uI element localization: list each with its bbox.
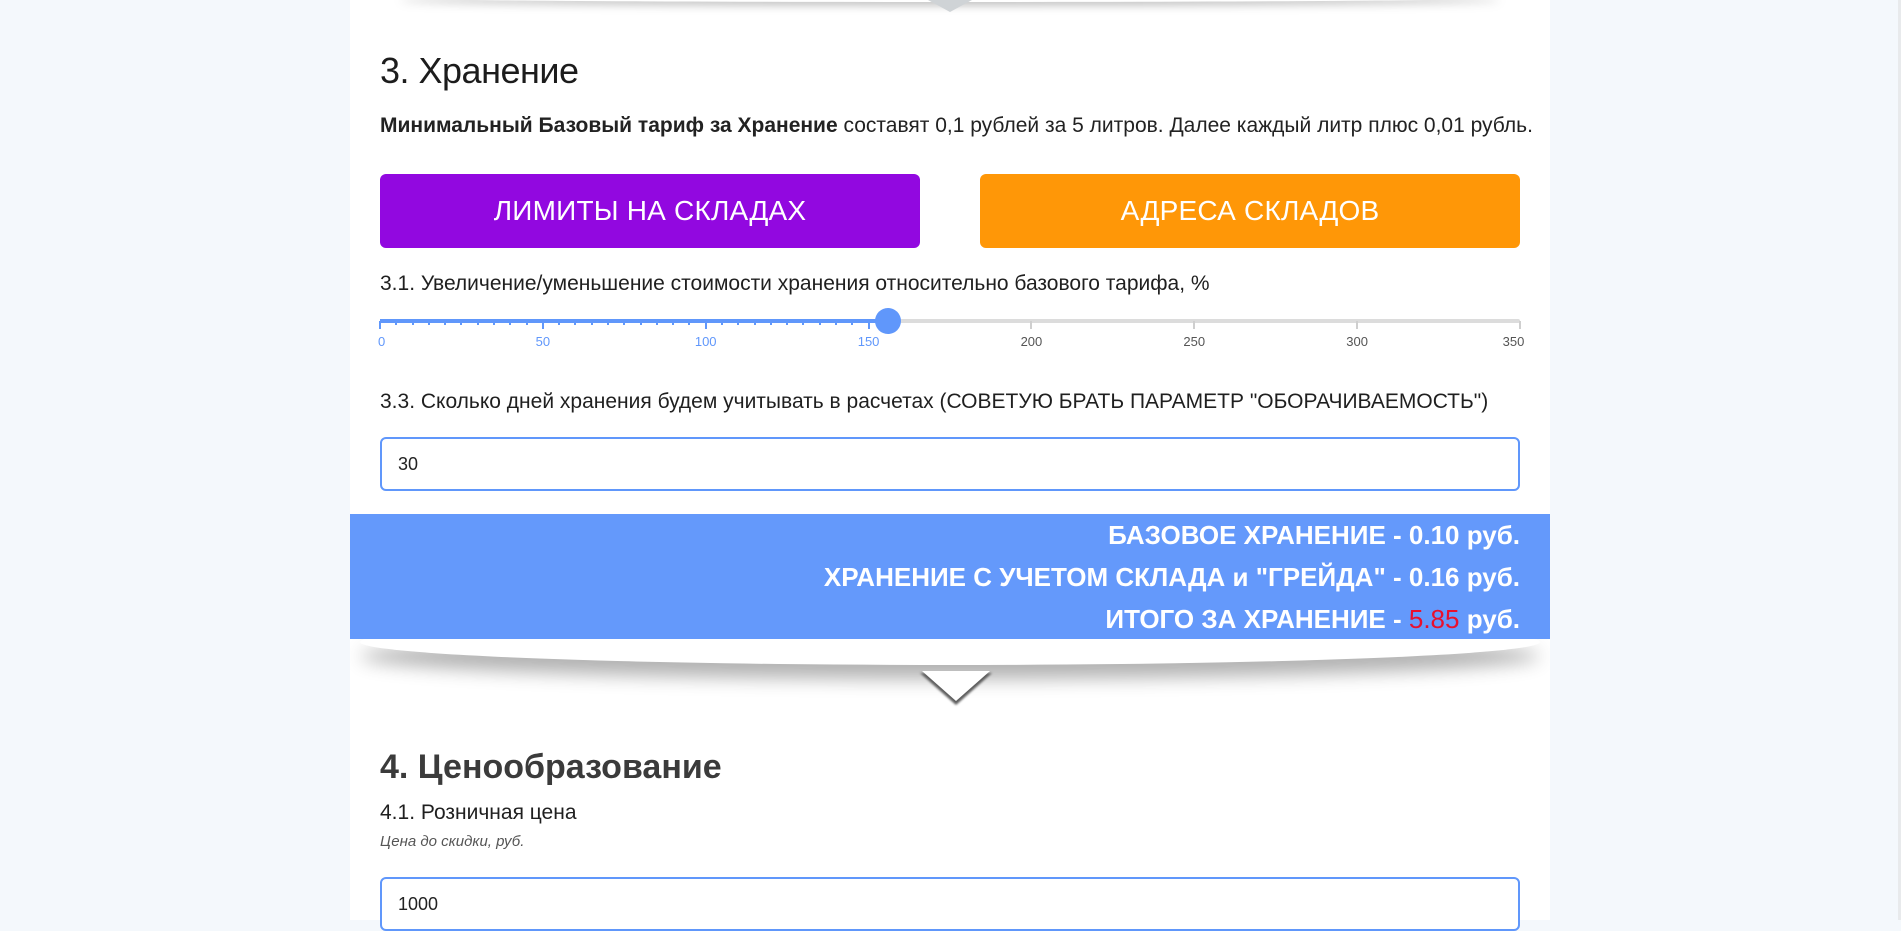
slider-minor-tick xyxy=(818,321,821,325)
retail-price-hint: Цена до скидки, руб. xyxy=(380,833,525,850)
slider-tick-label: 300 xyxy=(1346,334,1368,349)
storage-rate-slider-label: 3.1. Увеличение/уменьшение стоимости хра… xyxy=(380,272,1210,295)
storage-days-label: 3.3. Сколько дней хранения будем учитыва… xyxy=(380,390,1489,413)
intro-rest-text: составят 0,1 рублей за 5 литров. Далее к… xyxy=(837,114,1533,137)
slider-minor-tick xyxy=(802,321,805,325)
retail-price-input[interactable]: 1000 xyxy=(380,877,1520,931)
slider-minor-tick xyxy=(525,321,528,325)
slider-minor-tick xyxy=(509,321,512,325)
slider-major-tick xyxy=(1193,321,1196,329)
storage-days-input[interactable]: 30 xyxy=(380,437,1520,491)
section-divider-bottom xyxy=(350,639,1550,729)
slider-tick-label: 150 xyxy=(857,334,880,349)
slider-major-tick xyxy=(1519,321,1521,329)
slider-minor-tick xyxy=(590,321,593,325)
slider-minor-tick xyxy=(444,321,447,325)
slider-minor-tick xyxy=(395,321,398,325)
total-value: 5.85 xyxy=(1408,604,1460,634)
slider-tick-label: 250 xyxy=(1183,334,1206,349)
slider-tick-label: 100 xyxy=(694,334,717,349)
slider-minor-tick xyxy=(558,321,561,325)
slider-minor-tick xyxy=(851,321,854,325)
section-title-pricing: 4. Ценообразование xyxy=(380,748,722,786)
slider-tick-label: 350 xyxy=(1502,334,1525,349)
slider-major-tick xyxy=(704,321,707,329)
slider-minor-tick xyxy=(786,321,789,325)
slider-minor-tick xyxy=(493,321,495,325)
slider-minor-tick xyxy=(460,321,463,325)
slider-minor-tick xyxy=(655,321,658,325)
slider-minor-tick xyxy=(427,321,430,325)
slider-major-tick xyxy=(1356,321,1359,329)
storage-intro-text: Минимальный Базовый тариф за Хранение со… xyxy=(380,114,1533,138)
total-storage-result: ИТОГО ЗА ХРАНЕНИЕ - 5.85 руб. xyxy=(1105,604,1520,635)
slider-minor-tick xyxy=(688,321,691,325)
slider-minor-tick xyxy=(672,321,675,325)
grade-storage-result: ХРАНЕНИЕ С УЧЕТОМ СКЛАДА и "ГРЕЙДА" - 0.… xyxy=(823,562,1520,592)
slider-minor-tick xyxy=(476,321,479,325)
slider-major-tick xyxy=(379,321,381,329)
section-title-storage: 3. Хранение xyxy=(380,50,579,91)
total-suffix: руб. xyxy=(1459,604,1520,634)
base-storage-result: БАЗОВОЕ ХРАНЕНИЕ - 0.10 руб. xyxy=(1108,520,1520,550)
slider-fill xyxy=(380,319,889,323)
slider-tick-label: 200 xyxy=(1020,334,1043,349)
slider-major-tick xyxy=(867,321,870,329)
slider-minor-tick xyxy=(639,321,642,325)
slider-minor-tick xyxy=(721,321,723,325)
warehouse-limits-button[interactable]: ЛИМИТЫ НА СКЛАДАХ xyxy=(380,174,920,248)
slider-minor-tick xyxy=(753,321,756,325)
slider-tick-label: 0 xyxy=(378,334,386,349)
section-divider-top xyxy=(350,0,1550,16)
storage-rate-slider[interactable]: 0 50 100 150 200 250 300 350 xyxy=(378,306,1524,356)
slider-major-tick xyxy=(1030,321,1033,329)
slider-major-tick xyxy=(541,321,544,329)
slider-minor-tick xyxy=(623,321,626,325)
slider-minor-tick xyxy=(835,321,837,325)
storage-result-panel: БАЗОВОЕ ХРАНЕНИЕ - 0.10 руб. ХРАНЕНИЕ С … xyxy=(350,514,1550,639)
slider-handle[interactable] xyxy=(875,308,902,334)
warehouse-addresses-button[interactable]: АДРЕСА СКЛАДОВ xyxy=(980,174,1520,248)
calculator-page: 3. Хранение Минимальный Базовый тариф за… xyxy=(350,0,1550,931)
slider-minor-tick xyxy=(607,321,609,325)
slider-minor-tick xyxy=(769,321,772,325)
total-prefix: ИТОГО ЗА ХРАНЕНИЕ - xyxy=(1105,604,1409,634)
intro-bold-text: Минимальный Базовый тариф за Хранение xyxy=(380,114,838,137)
retail-price-label: 4.1. Розничная цена xyxy=(380,801,577,824)
slider-minor-tick xyxy=(411,321,414,325)
slider-tick-label: 50 xyxy=(535,334,551,349)
slider-minor-tick xyxy=(574,321,577,325)
slider-minor-tick xyxy=(737,321,740,325)
